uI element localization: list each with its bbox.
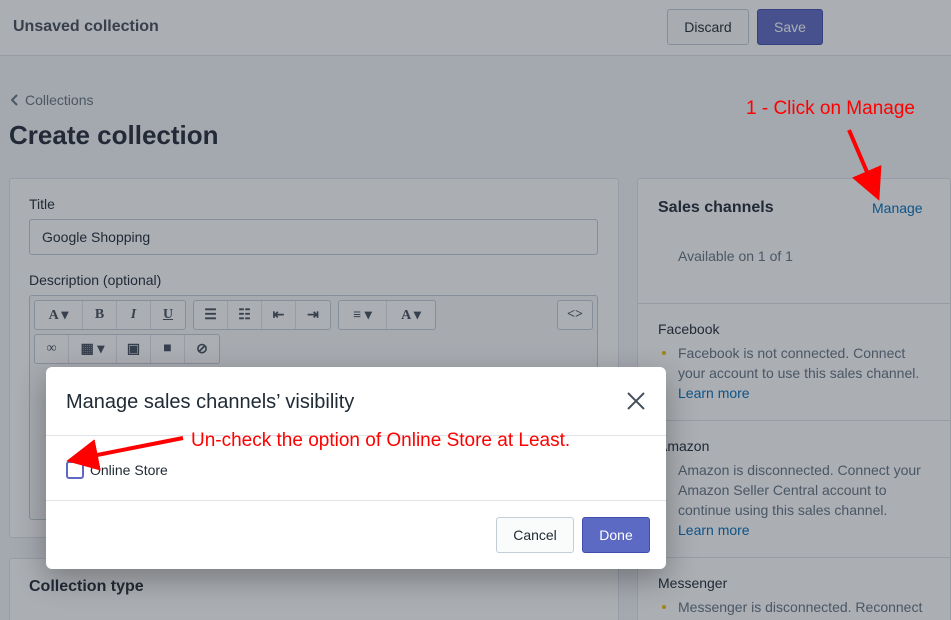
close-icon[interactable]	[626, 391, 646, 411]
done-button[interactable]: Done	[582, 517, 650, 553]
online-store-checkbox[interactable]	[66, 461, 84, 479]
cancel-button[interactable]: Cancel	[496, 517, 574, 553]
modal-divider	[46, 500, 666, 501]
manage-annotation: 1 - Click on Manage	[746, 98, 915, 119]
online-store-label[interactable]: Online Store	[90, 462, 168, 478]
manage-visibility-modal: Manage sales channels’ visibility Online…	[46, 367, 666, 569]
modal-title: Manage sales channels’ visibility	[66, 391, 355, 413]
uncheck-annotation: Un-check the option of Online Store at L…	[191, 430, 571, 451]
